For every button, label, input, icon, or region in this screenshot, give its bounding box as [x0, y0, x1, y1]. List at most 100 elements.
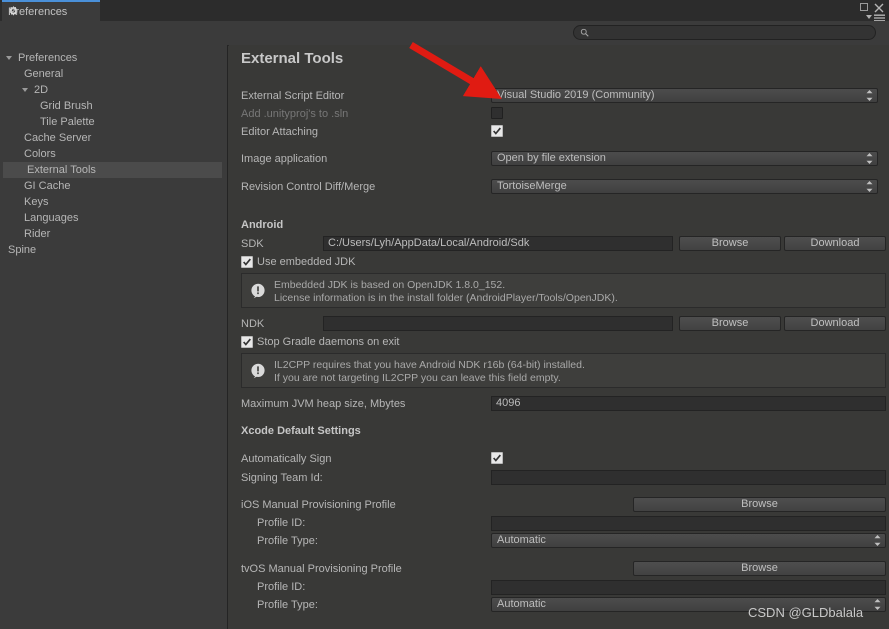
android-ndk-download-button[interactable]: Download: [784, 316, 886, 331]
sidebar-item-general[interactable]: General: [0, 66, 227, 82]
signing-team-id-input[interactable]: [491, 470, 886, 485]
sidebar-item-2d[interactable]: 2D: [0, 82, 227, 98]
signing-team-id-label: Signing Team Id:: [241, 472, 323, 484]
stop-gradle-label: Stop Gradle daemons on exit: [257, 336, 400, 348]
sidebar-item-label: Languages: [24, 212, 79, 224]
chevron-updown-icon: [866, 153, 873, 164]
android-sdk-input[interactable]: C:/Users/Lyh/AppData/Local/Android/Sdk: [323, 236, 673, 251]
ios-provisioning-profile-label: iOS Manual Provisioning Profile: [241, 499, 396, 511]
close-icon[interactable]: [874, 3, 884, 13]
editor-attaching-label: Editor Attaching: [241, 126, 319, 138]
xcode-heading: Xcode Default Settings: [241, 425, 361, 437]
search-field[interactable]: [573, 25, 876, 40]
external-tools-panel: External Tools External Script Editor Vi…: [229, 45, 889, 629]
external-script-editor-value: Visual Studio 2019 (Community): [497, 89, 655, 101]
sidebar-item-cache-server[interactable]: Cache Server: [0, 130, 227, 146]
ios-profile-type-value: Automatic: [497, 534, 546, 546]
disclosure-triangle-icon[interactable]: [6, 56, 12, 63]
jdk-help-line2: License information is in the install fo…: [274, 292, 618, 304]
revision-control-dropdown[interactable]: TortoiseMerge: [491, 179, 878, 194]
add-unityproj-checkbox[interactable]: [491, 107, 503, 119]
sidebar-item-gi-cache[interactable]: GI Cache: [0, 178, 227, 194]
info-exclamation-icon: [250, 283, 266, 299]
jdk-help-text: Embedded JDK is based on OpenJDK 1.8.0_1…: [274, 279, 618, 305]
search-input[interactable]: [593, 27, 853, 38]
tab-label: Preferences: [8, 5, 68, 18]
tvos-profile-type-value: Automatic: [497, 598, 546, 610]
tvos-provisioning-browse-button[interactable]: Browse: [633, 561, 886, 576]
chevron-updown-icon: [866, 181, 873, 192]
automatically-sign-checkbox[interactable]: [491, 452, 503, 464]
sidebar-item-spine[interactable]: Spine: [0, 242, 227, 258]
sidebar-item-label: General: [24, 68, 64, 80]
chevron-updown-icon: [866, 90, 873, 101]
ndk-help-box: IL2CPP requires that you have Android ND…: [241, 353, 886, 388]
tvos-profile-id-input[interactable]: [491, 580, 886, 595]
ndk-help-text: IL2CPP requires that you have Android ND…: [274, 359, 585, 385]
watermark-text: CSDN @GLDbalala: [748, 605, 864, 620]
editor-attaching-checkbox[interactable]: [491, 125, 503, 137]
sidebar-item-label: Spine: [8, 244, 37, 256]
search-icon: [580, 28, 589, 37]
tvos-profile-id-label: Profile ID:: [257, 581, 306, 593]
sidebar-item-label: Rider: [24, 228, 51, 240]
sidebar-item-preferences[interactable]: Preferences: [0, 50, 227, 66]
tab-preferences[interactable]: Preferences: [2, 0, 100, 21]
sidebar-item-colors[interactable]: Colors: [0, 146, 227, 162]
disclosure-triangle-icon[interactable]: [22, 88, 28, 95]
ios-profile-id-input[interactable]: [491, 516, 886, 531]
sidebar-item-languages[interactable]: Languages: [0, 210, 227, 226]
ndk-help-line1: IL2CPP requires that you have Android ND…: [274, 359, 585, 371]
sidebar-item-tile-palette[interactable]: Tile Palette: [0, 114, 227, 130]
android-ndk-input[interactable]: [323, 316, 673, 331]
chevron-updown-icon: [874, 535, 881, 546]
info-exclamation-icon: [250, 363, 266, 379]
ios-profile-type-dropdown[interactable]: Automatic: [491, 533, 886, 548]
jvm-heap-label: Maximum JVM heap size, Mbytes: [241, 398, 406, 410]
android-sdk-download-button[interactable]: Download: [784, 236, 886, 251]
sidebar-item-label: Grid Brush: [40, 100, 93, 112]
sidebar-item-label: Cache Server: [24, 132, 92, 144]
revision-control-value: TortoiseMerge: [497, 180, 567, 192]
ios-profile-id-label: Profile ID:: [257, 517, 306, 529]
android-ndk-browse-button[interactable]: Browse: [679, 316, 781, 331]
use-embedded-jdk-checkbox[interactable]: [241, 256, 253, 268]
ios-profile-type-label: Profile Type:: [257, 535, 318, 547]
android-sdk-value: C:/Users/Lyh/AppData/Local/Android/Sdk: [328, 237, 530, 249]
sidebar-item-label: Preferences: [18, 52, 78, 64]
jvm-heap-value: 4096: [496, 397, 521, 409]
stop-gradle-checkbox[interactable]: [241, 336, 253, 348]
sidebar-item-label: External Tools: [27, 164, 96, 176]
sidebar-item-keys[interactable]: Keys: [0, 194, 227, 210]
ndk-help-line2: If you are not targeting IL2CPP you can …: [274, 372, 561, 384]
chevron-updown-icon: [874, 599, 881, 610]
preferences-sidebar[interactable]: Preferences General 2D Grid Brush Tile Palet…: [0, 45, 228, 629]
add-unityproj-label: Add .unityproj's to .sln: [241, 108, 349, 120]
android-ndk-label: NDK: [241, 318, 265, 330]
image-application-dropdown[interactable]: Open by file extension: [491, 151, 878, 166]
tvos-profile-type-label: Profile Type:: [257, 599, 318, 611]
maximize-button[interactable]: [860, 3, 868, 11]
external-script-editor-dropdown[interactable]: Visual Studio 2019 (Community): [491, 88, 878, 103]
sidebar-item-label: Colors: [24, 148, 56, 160]
image-application-label: Image application: [241, 153, 328, 165]
sidebar-item-grid-brush[interactable]: Grid Brush: [0, 98, 227, 114]
revision-control-label: Revision Control Diff/Merge: [241, 181, 376, 193]
sidebar-item-label: Tile Palette: [40, 116, 95, 128]
sidebar-item-rider[interactable]: Rider: [0, 226, 227, 242]
page-title: External Tools: [241, 50, 344, 67]
jvm-heap-input[interactable]: 4096: [491, 396, 886, 411]
external-script-editor-label: External Script Editor: [241, 90, 345, 102]
image-application-value: Open by file extension: [497, 152, 606, 164]
tvos-provisioning-profile-label: tvOS Manual Provisioning Profile: [241, 563, 402, 575]
jdk-help-line1: Embedded JDK is based on OpenJDK 1.8.0_1…: [274, 279, 506, 291]
search-bar-row: [0, 21, 889, 46]
sidebar-item-label: 2D: [34, 84, 49, 96]
preferences-window: Preferences Preferences General 2D Grid …: [0, 0, 889, 629]
hamburger-menu-icon[interactable]: [866, 13, 886, 22]
android-sdk-browse-button[interactable]: Browse: [679, 236, 781, 251]
sidebar-item-external-tools[interactable]: External Tools: [3, 162, 222, 178]
ios-provisioning-browse-button[interactable]: Browse: [633, 497, 886, 512]
android-heading: Android: [241, 219, 284, 231]
jdk-help-box: Embedded JDK is based on OpenJDK 1.8.0_1…: [241, 273, 886, 308]
